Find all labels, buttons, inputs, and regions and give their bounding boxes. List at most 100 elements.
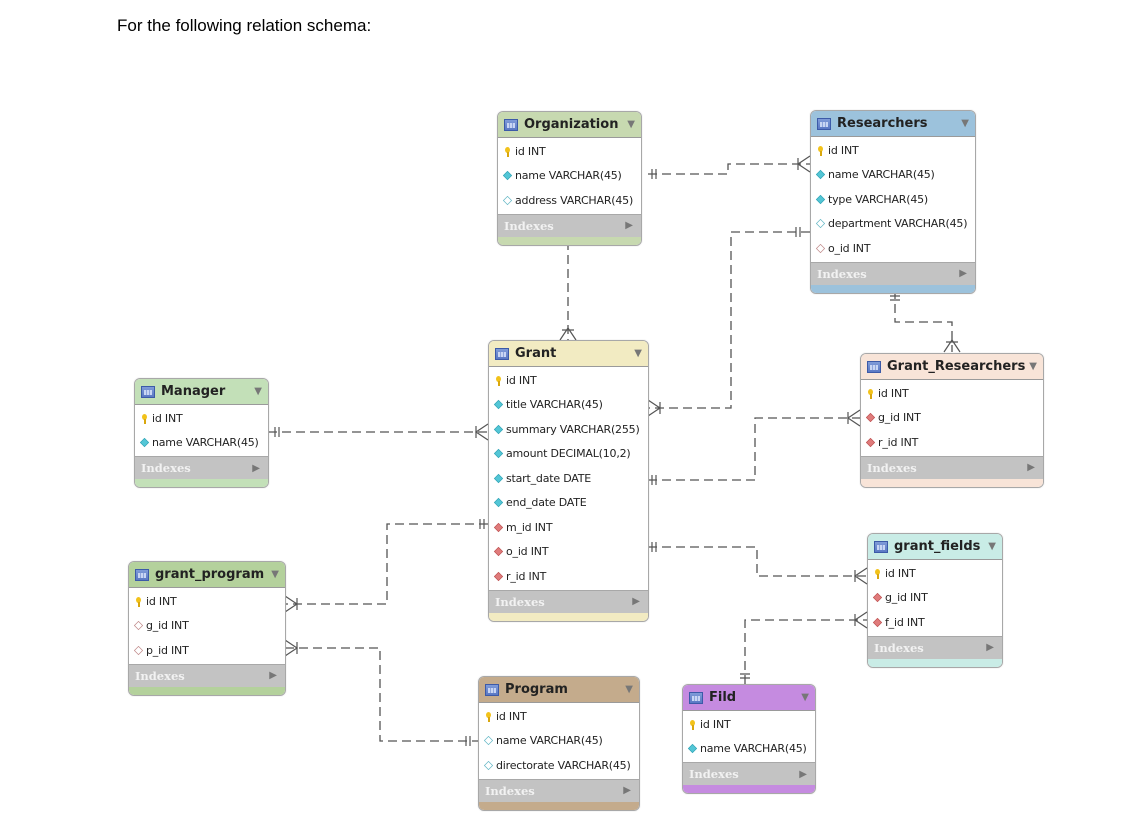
table-grant[interactable]: Grant ▼ id INT title VARCHAR(45) summary… — [488, 340, 649, 622]
column-row[interactable]: id INT — [498, 139, 641, 164]
column-row[interactable]: name VARCHAR(45) — [811, 163, 975, 188]
column-name: department VARCHAR(45) — [828, 217, 968, 231]
table-header[interactable]: Grant ▼ — [489, 341, 648, 367]
column-row[interactable]: name VARCHAR(45) — [683, 737, 815, 762]
column-row[interactable]: m_id INT — [489, 515, 648, 540]
expand-arrow-icon[interactable]: ▶ — [625, 220, 633, 231]
column-row[interactable]: address VARCHAR(45) — [498, 188, 641, 213]
collapse-triangle-icon[interactable]: ▼ — [627, 119, 635, 130]
indexes-section[interactable]: Indexes ▶ — [861, 455, 1043, 479]
column-name: type VARCHAR(45) — [828, 192, 929, 206]
column-name: name VARCHAR(45) — [700, 742, 807, 756]
table-manager[interactable]: Manager ▼ id INT name VARCHAR(45) Indexe… — [134, 378, 269, 488]
expand-arrow-icon[interactable]: ▶ — [986, 642, 994, 653]
table-header[interactable]: Manager ▼ — [135, 379, 268, 405]
collapse-triangle-icon[interactable]: ▼ — [961, 118, 969, 129]
table-header[interactable]: grant_fields ▼ — [868, 534, 1002, 560]
table-header[interactable]: grant_program ▼ — [129, 562, 285, 588]
column-row[interactable]: id INT — [135, 406, 268, 431]
table-icon — [495, 347, 509, 360]
column-row[interactable]: g_id INT — [868, 586, 1002, 611]
column-row[interactable]: directorate VARCHAR(45) — [479, 753, 639, 778]
column-name: p_id INT — [146, 643, 189, 657]
column-row[interactable]: id INT — [811, 138, 975, 163]
column-row[interactable]: name VARCHAR(45) — [479, 729, 639, 754]
expand-arrow-icon[interactable]: ▶ — [623, 785, 631, 796]
collapse-triangle-icon[interactable]: ▼ — [1029, 361, 1037, 372]
indexes-section[interactable]: Indexes ▶ — [498, 213, 641, 237]
table-footer — [861, 478, 1043, 487]
column-row[interactable]: summary VARCHAR(255) — [489, 417, 648, 442]
indexes-section[interactable]: Indexes ▶ — [868, 635, 1002, 659]
column-row[interactable]: p_id INT — [129, 638, 285, 663]
column-row[interactable]: o_id INT — [489, 540, 648, 565]
column-row[interactable]: title VARCHAR(45) — [489, 393, 648, 418]
column-row[interactable]: name VARCHAR(45) — [498, 164, 641, 189]
rel-organization-researchers — [648, 163, 810, 175]
column-row[interactable]: r_id INT — [861, 430, 1043, 455]
expand-arrow-icon[interactable]: ▶ — [269, 670, 277, 681]
table-grant-researchers[interactable]: Grant_Researchers ▼ id INT g_id INT r_id… — [860, 353, 1044, 488]
column-row[interactable]: o_id INT — [811, 236, 975, 261]
table-name: Grant — [515, 346, 557, 361]
rel-grant-grantprogram — [285, 523, 488, 605]
column-row[interactable]: id INT — [129, 589, 285, 614]
column-row[interactable]: start_date DATE — [489, 466, 648, 491]
not-null-column-icon — [815, 194, 826, 204]
column-name: amount DECIMAL(10,2) — [506, 447, 631, 461]
indexes-section[interactable]: Indexes ▶ — [811, 261, 975, 285]
indexes-section[interactable]: Indexes ▶ — [479, 778, 639, 802]
table-header[interactable]: Program ▼ — [479, 677, 639, 703]
table-header[interactable]: Fild ▼ — [683, 685, 815, 711]
collapse-triangle-icon[interactable]: ▼ — [254, 386, 262, 397]
column-row[interactable]: g_id INT — [129, 614, 285, 639]
expand-arrow-icon[interactable]: ▶ — [252, 463, 260, 474]
column-row[interactable]: id INT — [868, 561, 1002, 586]
collapse-triangle-icon[interactable]: ▼ — [271, 569, 279, 580]
table-name: Program — [505, 682, 568, 697]
column-name: g_id INT — [146, 619, 189, 633]
column-row[interactable]: name VARCHAR(45) — [135, 431, 268, 456]
primary-key-icon — [503, 146, 512, 157]
table-fild[interactable]: Fild ▼ id INT name VARCHAR(45) Indexes ▶ — [682, 684, 816, 794]
collapse-triangle-icon[interactable]: ▼ — [988, 541, 996, 552]
table-icon — [867, 360, 881, 373]
foreign-key-icon — [872, 617, 883, 627]
table-header[interactable]: Researchers ▼ — [811, 111, 975, 137]
expand-arrow-icon[interactable]: ▶ — [799, 769, 807, 780]
column-row[interactable]: g_id INT — [861, 406, 1043, 431]
table-header[interactable]: Organization ▼ — [498, 112, 641, 138]
column-row[interactable]: f_id INT — [868, 610, 1002, 635]
table-grant-fields[interactable]: grant_fields ▼ id INT g_id INT f_id INT … — [867, 533, 1003, 668]
indexes-section[interactable]: Indexes ▶ — [489, 589, 648, 613]
column-row[interactable]: type VARCHAR(45) — [811, 187, 975, 212]
table-researchers[interactable]: Researchers ▼ id INT name VARCHAR(45) ty… — [810, 110, 976, 294]
table-organization[interactable]: Organization ▼ id INT name VARCHAR(45) a… — [497, 111, 642, 246]
column-row[interactable]: id INT — [861, 381, 1043, 406]
column-row[interactable]: department VARCHAR(45) — [811, 212, 975, 237]
collapse-triangle-icon[interactable]: ▼ — [625, 684, 633, 695]
column-row[interactable]: r_id INT — [489, 564, 648, 589]
indexes-section[interactable]: Indexes ▶ — [135, 456, 268, 479]
column-row[interactable]: id INT — [489, 368, 648, 393]
column-name: directorate VARCHAR(45) — [496, 758, 631, 772]
column-row[interactable]: amount DECIMAL(10,2) — [489, 442, 648, 467]
expand-arrow-icon[interactable]: ▶ — [959, 268, 967, 279]
expand-arrow-icon[interactable]: ▶ — [632, 596, 640, 607]
primary-key-icon — [866, 388, 875, 399]
column-row[interactable]: end_date DATE — [489, 491, 648, 516]
table-header[interactable]: Grant_Researchers ▼ — [861, 354, 1043, 380]
rel-researchers-grantresearchers — [894, 290, 953, 352]
indexes-section[interactable]: Indexes ▶ — [129, 663, 285, 687]
indexes-section[interactable]: Indexes ▶ — [683, 762, 815, 785]
expand-arrow-icon[interactable]: ▶ — [1027, 462, 1035, 473]
column-row[interactable]: id INT — [683, 712, 815, 737]
table-program[interactable]: Program ▼ id INT name VARCHAR(45) direct… — [478, 676, 640, 811]
column-name: m_id INT — [506, 520, 553, 534]
table-grant-program[interactable]: grant_program ▼ id INT g_id INT p_id INT… — [128, 561, 286, 696]
collapse-triangle-icon[interactable]: ▼ — [801, 692, 809, 703]
column-row[interactable]: id INT — [479, 704, 639, 729]
collapse-triangle-icon[interactable]: ▼ — [634, 348, 642, 359]
rel-grant-grantresearchers — [648, 417, 860, 481]
column-name: id INT — [700, 717, 731, 731]
